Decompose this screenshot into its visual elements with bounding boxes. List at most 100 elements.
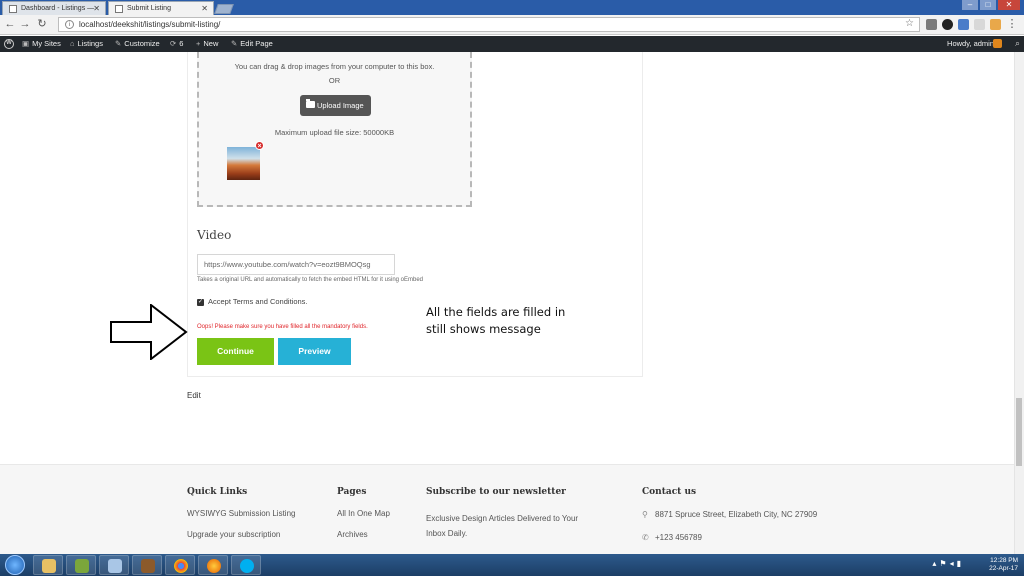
footer-link[interactable]: All In One Map: [337, 509, 390, 518]
extension-icon[interactable]: [990, 19, 1001, 30]
menu-icon[interactable]: ⋮: [1006, 18, 1018, 30]
uploaded-image-thumbnail: [227, 147, 260, 180]
taskbar-clock[interactable]: 12:28 PM 22-Apr-17: [989, 557, 1018, 573]
window-controls: – □ ✕: [962, 0, 1020, 10]
location-pin-icon: ⚲: [642, 510, 648, 519]
extension-icon[interactable]: [958, 19, 969, 30]
folder-icon: [306, 99, 315, 108]
footer-newsletter-heading: Subscribe to our newsletter: [426, 487, 566, 497]
url-text: localhost/deekshit/listings/submit-listi…: [79, 20, 221, 29]
info-icon[interactable]: i: [65, 20, 74, 29]
extension-icon[interactable]: [942, 19, 953, 30]
admin-new[interactable]: + New: [196, 39, 218, 48]
remove-image-icon[interactable]: ×: [255, 141, 264, 150]
clock-time: 12:28 PM: [990, 557, 1018, 564]
admin-my-sites[interactable]: ▣ My Sites: [22, 39, 61, 48]
system-tray-icons[interactable]: ▴⚑◂▮: [932, 559, 964, 568]
wordpress-extension-icon[interactable]: [926, 19, 937, 30]
close-tab-icon[interactable]: ✕: [201, 4, 208, 13]
start-button[interactable]: [5, 555, 25, 575]
upload-image-button[interactable]: Upload Image: [300, 95, 371, 116]
taskbar-app[interactable]: [66, 555, 96, 575]
image-dropzone[interactable]: You can drag & drop images from your com…: [197, 52, 472, 207]
page-content: You can drag & drop images from your com…: [0, 52, 1024, 554]
footer-phone: ✆ +123 456789: [642, 533, 702, 542]
page-icon: [115, 5, 123, 13]
app-icon: [108, 559, 122, 573]
admin-listings[interactable]: ⌂ Listings: [70, 39, 103, 48]
extension-icon[interactable]: [974, 19, 985, 30]
upload-image-label: Upload Image: [317, 101, 364, 110]
page-scrollbar[interactable]: [1014, 52, 1024, 554]
admin-updates-count: 6: [179, 39, 184, 48]
forward-icon[interactable]: →: [19, 18, 31, 30]
tab-dashboard[interactable]: Dashboard - Listings — ✕: [2, 1, 106, 15]
back-icon[interactable]: ←: [4, 18, 16, 30]
footer-link[interactable]: WYSIWYG Submission Listing: [187, 509, 295, 518]
preview-button[interactable]: Preview: [278, 338, 351, 365]
taskbar-app[interactable]: [132, 555, 162, 575]
close-window-button[interactable]: ✕: [998, 0, 1020, 10]
footer-link[interactable]: Upgrade your subscription: [187, 530, 280, 539]
maximize-button[interactable]: □: [980, 0, 996, 10]
terms-label: Accept Terms and Conditions.: [208, 297, 308, 306]
admin-customize-label: Customize: [124, 39, 160, 48]
folder-icon: [42, 559, 56, 573]
newsletter-text-line-2: Inbox Daily.: [426, 529, 468, 538]
app-icon: [75, 559, 89, 573]
taskbar-app[interactable]: [99, 555, 129, 575]
dropzone-or-text: OR: [328, 76, 341, 85]
browser-toolbar: ← → ↻ i localhost/deekshit/listings/subm…: [0, 15, 1024, 35]
clock-date: 22-Apr-17: [989, 565, 1018, 572]
chrome-icon: [174, 559, 188, 573]
continue-button[interactable]: Continue: [197, 338, 274, 365]
avatar[interactable]: [993, 39, 1002, 48]
terms-row: ✓ Accept Terms and Conditions.: [197, 297, 308, 306]
video-hint-text: Takes a original URL and automatically t…: [197, 277, 424, 283]
plus-icon: +: [196, 39, 201, 48]
admin-updates[interactable]: ⟳ 6: [170, 39, 183, 48]
footer-pages-heading: Pages: [337, 487, 367, 497]
search-icon[interactable]: ⌕: [1015, 38, 1020, 49]
footer-address: ⚲ 8871 Spruce Street, Elizabeth City, NC …: [642, 510, 817, 519]
video-url-input[interactable]: [197, 254, 395, 275]
admin-customize[interactable]: ✎ Customize: [115, 39, 160, 48]
brush-icon: ✎: [115, 39, 122, 48]
annotation-note: All the fields are filled in still shows…: [426, 304, 565, 338]
app-icon: [141, 559, 155, 573]
footer-phone-text: +123 456789: [655, 533, 702, 542]
reload-icon[interactable]: ↻: [36, 18, 48, 30]
windows-taskbar: ▴⚑◂▮ 12:28 PM 22-Apr-17: [0, 554, 1024, 576]
updates-icon: ⟳: [170, 39, 177, 48]
screen: Dashboard - Listings — ✕ Submit Listing …: [0, 0, 1024, 576]
taskbar-skype[interactable]: [231, 555, 261, 575]
footer-contact-heading: Contact us: [642, 487, 697, 497]
tab-submit-listing[interactable]: Submit Listing ✕: [108, 1, 214, 15]
sites-icon: ▣: [22, 39, 30, 48]
minimize-button[interactable]: –: [962, 0, 978, 10]
taskbar-firefox[interactable]: [198, 555, 228, 575]
admin-howdy[interactable]: Howdy, admin: [947, 39, 994, 48]
footer-address-text: 8871 Spruce Street, Elizabeth City, NC 2…: [655, 510, 818, 519]
max-upload-size-text: Maximum upload file size: 50000KB: [274, 128, 395, 137]
scrollbar-thumb[interactable]: [1016, 398, 1022, 466]
annotation-line-1: All the fields are filled in: [426, 305, 566, 319]
tab-title: Dashboard - Listings —: [21, 5, 95, 12]
annotation-line-2: still shows message: [426, 322, 541, 336]
address-bar[interactable]: i localhost/deekshit/listings/submit-lis…: [58, 17, 920, 32]
bookmark-star-icon[interactable]: ☆: [905, 18, 914, 29]
video-heading: Video: [197, 228, 232, 242]
taskbar-explorer[interactable]: [33, 555, 63, 575]
new-tab-button[interactable]: [214, 4, 234, 14]
taskbar-chrome[interactable]: [165, 555, 195, 575]
admin-edit-page[interactable]: ✎ Edit Page: [231, 39, 273, 48]
browser-tab-strip: Dashboard - Listings — ✕ Submit Listing …: [0, 0, 1024, 15]
footer-link[interactable]: Archives: [337, 530, 368, 539]
admin-my-sites-label: My Sites: [32, 39, 61, 48]
terms-checkbox[interactable]: ✓: [197, 298, 204, 306]
wordpress-logo-icon[interactable]: W: [4, 39, 14, 49]
close-tab-icon[interactable]: ✕: [93, 4, 100, 13]
newsletter-text-line-1: Exclusive Design Articles Delivered to Y…: [426, 514, 579, 523]
edit-link[interactable]: Edit: [187, 391, 201, 400]
footer-quick-links-heading: Quick Links: [187, 487, 248, 497]
